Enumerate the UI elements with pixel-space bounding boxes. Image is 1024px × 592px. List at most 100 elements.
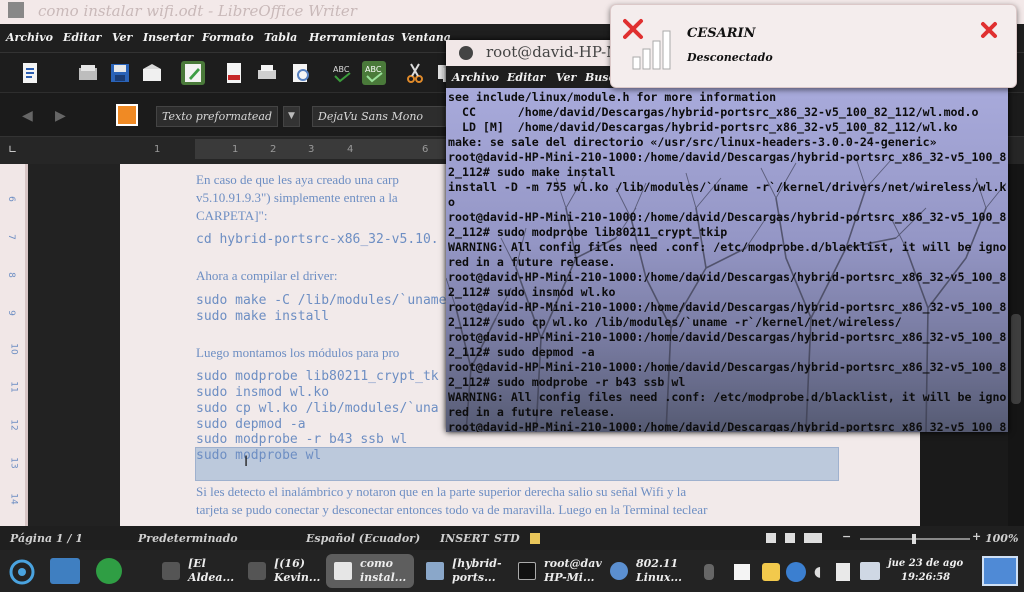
task-label: root@dav HP-Mi...: [544, 557, 602, 584]
microphone-icon[interactable]: [704, 564, 714, 580]
network-manager-icon[interactable]: [786, 562, 806, 582]
network-notification[interactable]: CESARIN Desconectado: [610, 4, 1017, 88]
app-menu-icon[interactable]: [8, 558, 36, 586]
autospellcheck-icon[interactable]: ABC: [362, 61, 386, 85]
edit-mode-icon[interactable]: [181, 61, 205, 85]
page-code-line[interactable]: sudo make install: [196, 309, 329, 324]
single-page-view-icon[interactable]: [766, 533, 776, 543]
cut-icon[interactable]: [403, 61, 427, 85]
zoom-level[interactable]: 100%: [985, 532, 1018, 545]
status-selection-mode[interactable]: STD: [494, 532, 520, 545]
terminal-line: WARNING: All config files need .conf: /e…: [448, 390, 1007, 404]
status-page-style[interactable]: Predeterminado: [138, 532, 238, 545]
menu-archivo[interactable]: Archivo: [6, 31, 53, 44]
page-text-line[interactable]: Luego montamos los módulos para pro: [196, 345, 399, 361]
terminal-line: see include/linux/module.h for more info…: [448, 90, 777, 104]
terminal-line: 2_112# sudo insmod wl.ko: [448, 285, 616, 299]
terminal-line: WARNING: All config files need .conf: /e…: [448, 240, 1007, 254]
save-icon[interactable]: [108, 61, 132, 85]
clock[interactable]: jue 23 de ago 19:26:58: [888, 557, 963, 585]
task-button-writer[interactable]: como instal...: [326, 554, 414, 588]
task-button-80211[interactable]: 802.11 Linux...: [602, 554, 688, 588]
paragraph-style-dropdown-icon[interactable]: ▼: [283, 106, 300, 127]
battery-icon[interactable]: [836, 563, 850, 581]
zoom-slider-handle[interactable]: [912, 534, 916, 544]
forward-arrow-icon[interactable]: ▶: [55, 108, 66, 124]
ruler-number: 2: [270, 144, 277, 155]
terminal-line: red in a future release.: [448, 405, 616, 419]
page-code-line[interactable]: sudo make -C /lib/modules/`uname: [196, 293, 446, 308]
new-document-icon[interactable]: [18, 61, 42, 85]
terminal-menu-editar[interactable]: Editar: [507, 71, 545, 84]
status-language[interactable]: Español (Ecuador): [306, 532, 420, 545]
terminal-line: root@david-HP-Mini-210-1000:/home/david/…: [448, 210, 1007, 224]
task-button-terminal[interactable]: root@dav HP-Mi...: [510, 554, 602, 588]
menu-herramientas[interactable]: Herramientas: [309, 31, 394, 44]
multi-page-view-icon[interactable]: [785, 533, 795, 543]
status-insert-mode[interactable]: INSERT: [440, 532, 489, 545]
window-icon: [248, 562, 266, 580]
notes-icon[interactable]: [762, 563, 780, 581]
export-pdf-icon[interactable]: [222, 61, 246, 85]
page-code-line[interactable]: sudo cp wl.ko /lib/modules/`una: [196, 401, 439, 416]
page-text-line[interactable]: Si les detecto el inalámbrico y notaron …: [196, 484, 686, 500]
taskbar: [El Aldea... [(16) Kevin... como instal... …: [0, 550, 1024, 592]
page-text-line[interactable]: Ahora a compilar el driver:: [196, 268, 338, 284]
menu-formato[interactable]: Formato: [202, 31, 254, 44]
font-name-combo[interactable]: DejaVu Sans Mono: [312, 106, 446, 127]
back-arrow-icon[interactable]: ◀: [22, 108, 33, 124]
spellcheck-icon[interactable]: ABC: [330, 61, 354, 85]
browser-window-icon: [610, 562, 628, 580]
page-text-line[interactable]: v5.10.91.9.3") simplemente entren a la: [196, 190, 398, 206]
book-view-icon[interactable]: [804, 533, 822, 543]
menu-ver[interactable]: Ver: [112, 31, 132, 44]
print-preview-icon[interactable]: [289, 61, 313, 85]
menu-tabla[interactable]: Tabla: [264, 31, 297, 44]
page-code-line[interactable]: sudo modprobe wl: [196, 448, 321, 463]
email-icon[interactable]: [140, 61, 164, 85]
status-page[interactable]: Página 1 / 1: [10, 532, 83, 545]
zoom-out-icon[interactable]: −: [842, 530, 851, 543]
menu-editar[interactable]: Editar: [63, 31, 101, 44]
terminal-menu-archivo[interactable]: Archivo: [452, 71, 499, 84]
vertical-ruler-number: 10: [8, 343, 19, 355]
page-text-line[interactable]: tarjeta se pudo conectar y desconectar e…: [196, 502, 707, 518]
display-icon[interactable]: [860, 562, 880, 580]
terminal-menu-ver[interactable]: Ver: [556, 71, 576, 84]
page-text-line[interactable]: En caso de que les aya creado una carp: [196, 172, 399, 188]
svg-text:ABC: ABC: [333, 65, 350, 74]
page-code-line[interactable]: sudo modprobe -r b43 ssb wl: [196, 432, 407, 447]
task-button-hybrid-folder[interactable]: [hybrid-ports...: [418, 554, 506, 588]
writer-statusbar: Página 1 / 1 Predeterminado Español (Ecu…: [0, 526, 1024, 550]
open-folder-icon[interactable]: [76, 61, 100, 85]
volume-icon[interactable]: ◖: [814, 564, 821, 580]
paragraph-style-combo[interactable]: Texto preformatead: [156, 106, 278, 127]
page-code-line[interactable]: sudo insmod wl.ko: [196, 385, 329, 400]
vertical-ruler: 6 7 8 9 10 11 12 13 14: [0, 164, 28, 526]
page-text-line[interactable]: CARPETA]":: [196, 208, 267, 224]
menu-ventana[interactable]: Ventana: [401, 31, 451, 44]
zoom-in-icon[interactable]: +: [972, 530, 981, 543]
scrollbar-thumb[interactable]: [1011, 314, 1021, 404]
terminal-line: 2_112# sudo depmod -a: [448, 345, 595, 359]
vertical-scrollbar[interactable]: [1008, 164, 1024, 526]
file-manager-icon[interactable]: [50, 558, 80, 584]
text-cursor-icon: I: [244, 454, 249, 470]
styles-icon[interactable]: [116, 104, 138, 126]
task-button-aldea[interactable]: [El Aldea...: [154, 554, 236, 588]
tab-stop-icon[interactable]: ∟: [8, 143, 17, 156]
print-icon[interactable]: [255, 61, 279, 85]
clipboard-icon[interactable]: [734, 564, 750, 580]
menu-insertar[interactable]: Insertar: [143, 31, 193, 44]
terminal-output[interactable]: see include/linux/module.h for more info…: [446, 88, 1008, 432]
terminal-window[interactable]: root@david-HP-M Archivo Editar Ver Busc …: [446, 40, 1008, 432]
browser-icon[interactable]: [96, 558, 122, 584]
show-desktop-icon[interactable]: [982, 556, 1018, 586]
task-button-kevin[interactable]: [(16) Kevin...: [240, 554, 322, 588]
page-code-line[interactable]: sudo depmod -a: [196, 417, 306, 432]
close-icon[interactable]: [980, 21, 998, 39]
page-code-line[interactable]: cd hybrid-portsrc-x86_32-v5.10.: [196, 232, 439, 247]
terminal-line: make: se sale del directorio «/usr/src/l…: [448, 135, 937, 149]
terminal-text[interactable]: see include/linux/module.h for more info…: [448, 90, 1008, 432]
page-code-line[interactable]: sudo modprobe lib80211_crypt_tk: [196, 369, 439, 384]
